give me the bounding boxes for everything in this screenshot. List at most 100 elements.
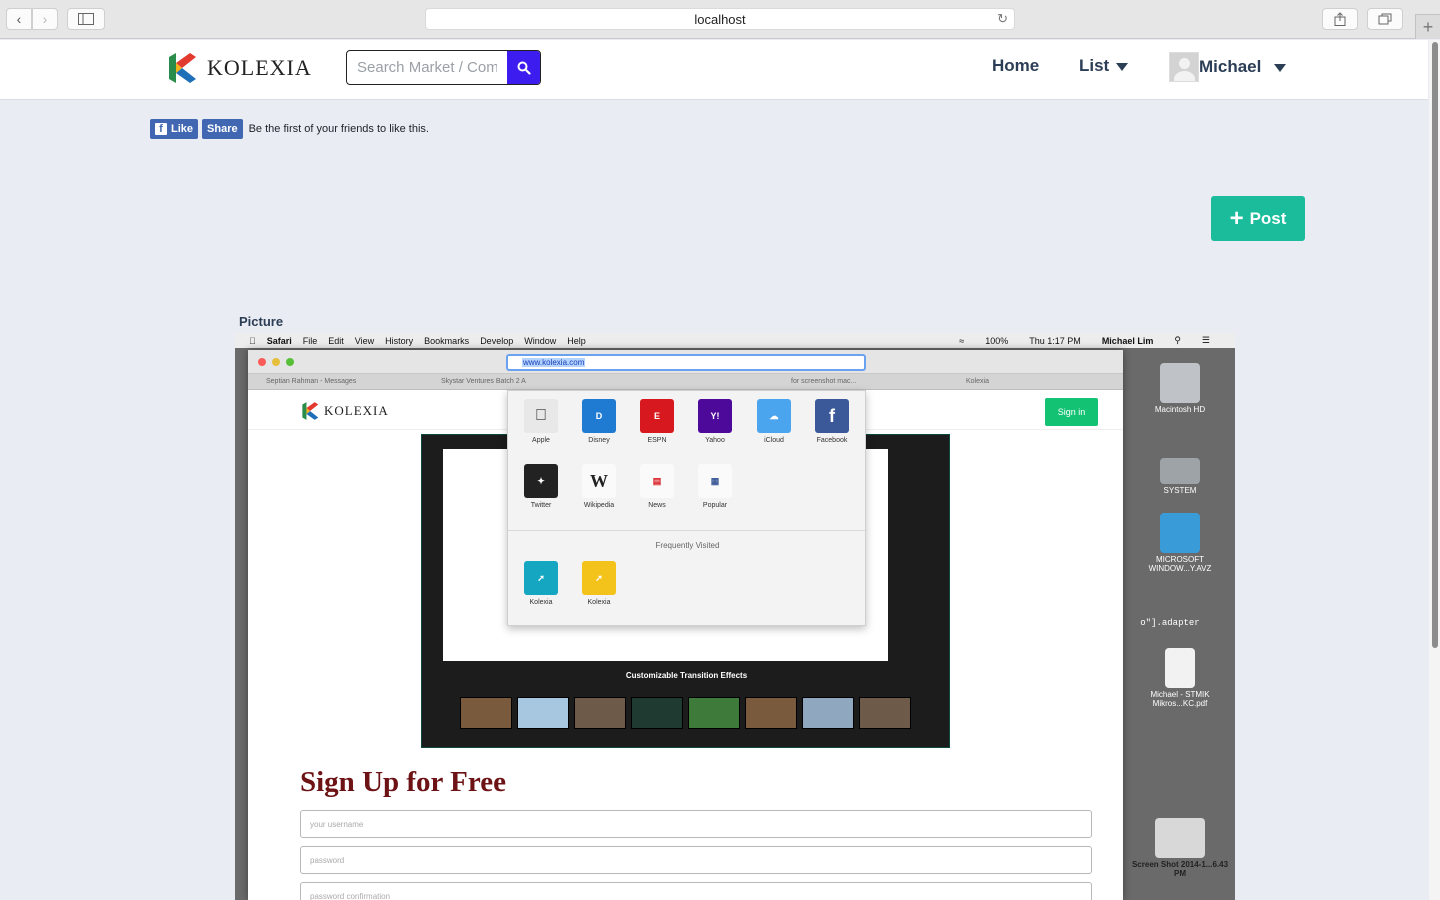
wifi-icon: ≈ [959, 335, 965, 346]
slider-thumbnail [631, 697, 683, 729]
inner-tab: for screenshot mac... [791, 378, 857, 385]
favorite-label: Apple [532, 437, 550, 444]
slider-thumbnails [460, 697, 916, 729]
inner-browser-window: www.kolexia.com Septian Rahman - Message… [248, 350, 1123, 900]
favorite-label: iCloud [764, 437, 784, 444]
minimize-dot-icon [272, 358, 280, 366]
kolexia-logo-icon [169, 53, 196, 83]
favorite-label: ESPN [647, 437, 667, 444]
slider-thumbnail [517, 697, 569, 729]
tabs-icon[interactable] [1367, 8, 1403, 30]
favorite-label: Yahoo [705, 437, 725, 444]
menubar-item: Safari [260, 335, 292, 346]
inner-tab: Septian Rahman - Messages [266, 378, 357, 385]
facebook-share-button[interactable]: Share [202, 119, 243, 139]
menubar-item: Help [560, 335, 586, 346]
user-name: Michael [1199, 57, 1262, 76]
slider-thumbnail [802, 697, 854, 729]
forward-icon[interactable]: › [32, 8, 58, 30]
screenshot-file-icon [1155, 818, 1205, 858]
new-tab-icon[interactable]: + [1415, 14, 1440, 39]
favorite-label: Facebook [816, 437, 848, 444]
scrollbar-thumb[interactable] [1432, 42, 1438, 648]
browser-toolbar: ‹ › localhost ↻ + [0, 0, 1440, 39]
favorite-facebook: f Facebook [802, 399, 862, 444]
menubar-item: File [296, 335, 318, 346]
apple-icon:  [249, 336, 256, 346]
sidebar-icon[interactable] [67, 8, 105, 30]
facebook-icon: f [815, 399, 849, 433]
facebook-like-text: Be the first of your friends to like thi… [248, 123, 429, 135]
logo-text: KOLEXIA [207, 55, 312, 80]
popular-icon: ▦ [698, 464, 732, 498]
desktop-icon-label: Screen Shot 2014-1...6.43 PM [1131, 860, 1229, 878]
avatar [1169, 52, 1199, 82]
like-label: Like [171, 123, 194, 135]
share-label: Share [207, 123, 238, 135]
pdf-file-icon [1165, 648, 1195, 688]
caret-down-icon [1274, 64, 1287, 72]
nav-list-dropdown[interactable]: List [1079, 56, 1129, 76]
favorite-label: Twitter [530, 502, 552, 509]
desktop-icon-label: Michael - STMIK Mikros...KC.pdf [1150, 690, 1210, 708]
inner-password-confirmation-field: password confirmation [300, 882, 1092, 900]
inner-logo: KOLEXIA [300, 401, 389, 421]
favorite-yahoo: Y! Yahoo [685, 399, 745, 444]
disney-icon: D [582, 399, 616, 433]
desktop-icon: SYSTEM [1125, 458, 1235, 495]
post-picture[interactable]:  Safari File Edit View History Bookmark… [235, 333, 1235, 900]
search-button[interactable] [507, 51, 540, 84]
desktop-icon: MICROSOFT WINDOW...Y.AVZ [1125, 513, 1235, 573]
favorite-news: ▤ News [627, 464, 687, 509]
back-icon[interactable]: ‹ [6, 8, 32, 30]
facebook-icon: f [155, 123, 167, 135]
facebook-like-button[interactable]: f Like [150, 119, 199, 139]
plus-icon: + [1229, 204, 1244, 232]
logo[interactable]: KOLEXIA [165, 51, 312, 85]
picture-heading: Picture [239, 314, 284, 329]
post-button[interactable]: + Post [1211, 196, 1305, 241]
desktop-icons: Macintosh HD SYSTEM MICROSOFT WINDOW...Y… [1125, 348, 1235, 900]
address-bar[interactable]: localhost ↻ [425, 8, 1015, 30]
menubar-item: Bookmarks [417, 335, 469, 346]
menubar-item: Edit [321, 335, 344, 346]
nav-home[interactable]: Home [992, 56, 1039, 76]
slider-thumbnail [859, 697, 911, 729]
signup-title: Sign Up for Free [300, 766, 506, 798]
menubar-item: Develop [473, 335, 513, 346]
inner-tabs: Septian Rahman - Messages Skystar Ventur… [248, 374, 1123, 390]
compass-icon: ➚ [582, 561, 616, 595]
inner-address-bar: www.kolexia.com [506, 354, 866, 371]
code-snippet: o"].adapter [1140, 618, 1200, 628]
menubar-item: History [378, 335, 413, 346]
inner-tab: Kolexia [966, 378, 989, 385]
menubar-item: View [348, 335, 374, 346]
battery-level: 100% [985, 335, 1009, 346]
user-menu[interactable]: Michael [1169, 52, 1287, 82]
search-bar [346, 50, 541, 85]
hard-drive-icon [1160, 458, 1200, 484]
slider-thumbnail [574, 697, 626, 729]
nav-list-label: List [1079, 56, 1110, 75]
reload-icon[interactable]: ↻ [997, 11, 1008, 27]
desktop-icon: o"].adapter [1125, 618, 1235, 628]
favorite-label: Wikipedia [583, 502, 615, 509]
inner-password-field: password [300, 846, 1092, 874]
slider-thumbnail [688, 697, 740, 729]
inner-toolbar: www.kolexia.com [248, 350, 1123, 374]
desktop-icon-label: MICROSOFT WINDOW...Y.AVZ [1148, 555, 1212, 573]
inner-url-text: www.kolexia.com [522, 358, 586, 367]
favorite-label: Kolexia [529, 599, 553, 606]
close-dot-icon [258, 358, 266, 366]
frequent-kolexia: ➚ Kolexia [569, 561, 629, 606]
caret-down-icon [1116, 63, 1129, 71]
folder-icon [1160, 513, 1200, 553]
post-label: Post [1249, 208, 1287, 228]
twitter-icon: ✦ [524, 464, 558, 498]
favorites-dropdown:  Apple D Disney E ESPN Y! Yahoo ☁ iClou… [507, 390, 867, 626]
share-icon[interactable] [1322, 8, 1358, 30]
inner-tab: Skystar Ventures Batch 2 A [441, 378, 526, 385]
search-input[interactable] [347, 51, 507, 84]
news-icon: ▤ [640, 464, 674, 498]
desktop-icon: Screen Shot 2014-1...6.43 PM [1125, 818, 1235, 878]
